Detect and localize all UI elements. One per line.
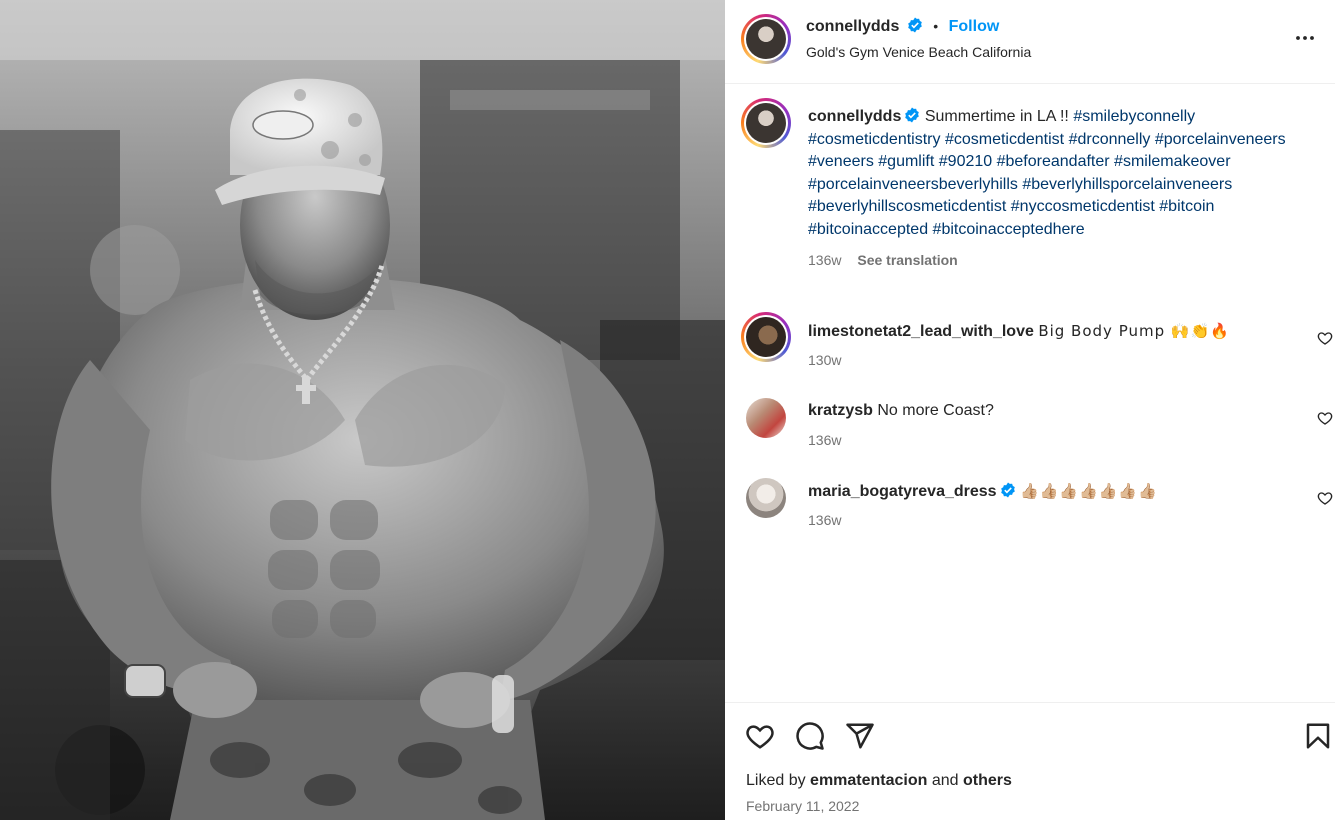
hashtag-link[interactable]: #bitcoinaccepted — [808, 221, 928, 238]
hashtag-link[interactable]: #porcelainveneers — [1155, 131, 1286, 148]
hashtag-link[interactable]: #smilemakeover — [1114, 153, 1230, 170]
post-actions: Liked by emmatentacion and others Februa… — [725, 702, 1335, 820]
hashtag-link[interactable]: #porcelainveneersbeverlyhills — [808, 176, 1018, 193]
comment-text: maria_bogatyreva_dress 👍🏼👍🏼👍🏼👍🏼👍🏼👍🏼👍🏼 — [808, 480, 1278, 503]
hashtag-link[interactable]: #drconnelly — [1069, 131, 1151, 148]
more-horizontal-icon[interactable] — [1293, 26, 1317, 50]
post-location[interactable]: Gold's Gym Venice Beach California — [806, 44, 1031, 60]
hashtag-link[interactable]: #smilebyconnelly — [1073, 108, 1195, 125]
hashtag-link[interactable]: #beverlyhillscosmeticdentist — [808, 198, 1006, 215]
hashtag-link[interactable]: #nyccosmeticdentist — [1011, 198, 1155, 215]
liked-by-and: and — [931, 772, 959, 789]
commenter-avatar[interactable] — [746, 398, 786, 438]
comment-text: kratzysb No more Coast? — [808, 400, 1278, 422]
comment-time[interactable]: 136w — [808, 512, 841, 528]
liked-by-user-link[interactable]: emmatentacion — [810, 772, 927, 789]
hashtag-link[interactable]: #beverlyhillsporcelainveneers — [1022, 176, 1232, 193]
author-avatar[interactable] — [741, 14, 791, 64]
caption-meta: 136w See translation — [808, 249, 1308, 272]
verified-badge-icon — [908, 17, 922, 33]
comment-time[interactable]: 130w — [808, 352, 841, 368]
hashtag-link[interactable]: #bitcoin — [1159, 198, 1214, 215]
caption-time[interactable]: 136w — [808, 252, 841, 268]
save-bookmark-icon[interactable] — [1303, 721, 1333, 751]
like-heart-icon[interactable] — [745, 721, 775, 751]
like-comment-heart-icon[interactable] — [1317, 490, 1333, 506]
liked-by-text: Liked by emmatentacion and others — [746, 772, 1012, 790]
post-date[interactable]: February 11, 2022 — [746, 798, 859, 814]
separator-dot: • — [933, 18, 939, 34]
hashtag-link[interactable]: #beforeandafter — [997, 153, 1110, 170]
author-username[interactable]: connellydds — [806, 18, 899, 35]
post-photo[interactable] — [0, 0, 725, 820]
hashtag-link[interactable]: #veneers — [808, 153, 874, 170]
verified-badge-icon — [905, 107, 920, 123]
like-comment-heart-icon[interactable] — [1317, 410, 1333, 426]
commenter-avatar[interactable] — [741, 312, 791, 362]
caption-username[interactable]: connellydds — [808, 108, 901, 125]
header-title-row: connellydds • Follow — [806, 17, 999, 36]
comment-time[interactable]: 136w — [808, 432, 841, 448]
see-translation-button[interactable]: See translation — [857, 252, 957, 268]
like-comment-heart-icon[interactable] — [1317, 330, 1333, 346]
post-header: connellydds • Follow Gold's Gym Venice B… — [725, 0, 1335, 84]
commenter-username[interactable]: limestonetat2_lead_with_love — [808, 323, 1034, 340]
commenter-username[interactable]: maria_bogatyreva_dress — [808, 483, 997, 500]
verified-badge-icon — [1000, 482, 1015, 498]
post-details-panel: connellydds • Follow Gold's Gym Venice B… — [725, 0, 1335, 820]
commenter-avatar[interactable] — [746, 478, 786, 518]
hashtag-link[interactable]: #90210 — [939, 153, 992, 170]
comment-text: limestonetat2_lead_with_love Big Body Pu… — [808, 320, 1278, 343]
comment-bubble-icon[interactable] — [795, 721, 825, 751]
hashtag-link[interactable]: #bitcoinacceptedhere — [933, 221, 1085, 238]
caption-message: Summertime in LA !! — [924, 108, 1069, 125]
comment-body: No more Coast? — [877, 402, 994, 419]
hashtag-link[interactable]: #cosmeticdentist — [945, 131, 1064, 148]
caption-text-block: connellydds Summertime in LA !! #smileby… — [808, 106, 1308, 272]
liked-by-prefix: Liked by — [746, 772, 806, 789]
photo-illustration — [0, 0, 725, 820]
hashtag-link[interactable]: #gumlift — [878, 153, 934, 170]
commenter-username[interactable]: kratzysb — [808, 402, 873, 419]
hashtag-link[interactable]: #cosmeticdentistry — [808, 131, 941, 148]
caption-avatar[interactable] — [741, 98, 791, 148]
follow-button[interactable]: Follow — [949, 18, 1000, 35]
liked-by-others-link[interactable]: others — [963, 772, 1012, 789]
comment-body: Big Body Pump 🙌👏🔥 — [1038, 322, 1230, 340]
comment-body: 👍🏼👍🏼👍🏼👍🏼👍🏼👍🏼👍🏼 — [1020, 482, 1158, 500]
share-paper-plane-icon[interactable] — [845, 721, 875, 751]
